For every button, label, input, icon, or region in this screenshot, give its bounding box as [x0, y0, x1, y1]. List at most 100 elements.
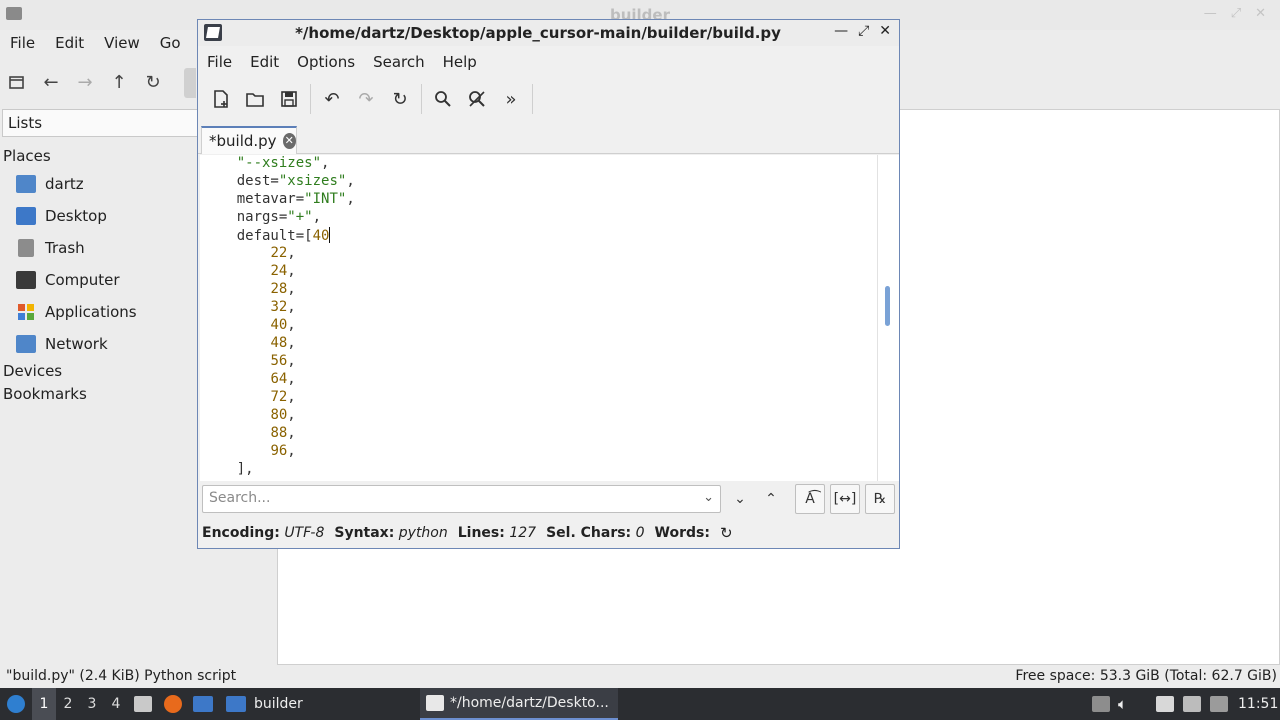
- up-arrow-icon[interactable]: ↑: [102, 65, 136, 99]
- code-line[interactable]: dest="xsizes",: [203, 173, 355, 191]
- more-chevron-icon[interactable]: »: [494, 82, 528, 116]
- search-placeholder: Search...: [209, 490, 271, 506]
- clipboard-icon[interactable]: [1156, 696, 1174, 712]
- reload-icon[interactable]: ↻: [383, 82, 417, 116]
- code-line[interactable]: 22,: [203, 245, 295, 263]
- close-icon[interactable]: ✕: [1255, 6, 1266, 21]
- code-number-token: 56: [270, 353, 288, 369]
- devices-heading[interactable]: Devices: [3, 362, 62, 380]
- menu-search[interactable]: Search: [364, 50, 434, 74]
- task-label: builder: [254, 696, 303, 712]
- clock[interactable]: 11:51: [1238, 688, 1278, 720]
- code-line[interactable]: metavar="INT",: [203, 191, 355, 209]
- code-number-token: 40: [312, 228, 330, 244]
- save-icon[interactable]: [272, 82, 306, 116]
- search-input[interactable]: Search... ⌄: [202, 485, 721, 513]
- code-line[interactable]: 96,: [203, 443, 296, 461]
- sidebar-item-dartz[interactable]: dartz: [16, 172, 84, 196]
- code-line[interactable]: 48,: [203, 335, 295, 353]
- bookmarks-heading[interactable]: Bookmarks: [3, 385, 87, 403]
- code-line[interactable]: 80,: [203, 407, 295, 425]
- task-editor[interactable]: */home/dartz/Deskto...: [420, 688, 618, 720]
- redo-icon[interactable]: ↷: [349, 82, 383, 116]
- toolbar-separator: [310, 84, 311, 114]
- minimize-icon[interactable]: —: [1204, 6, 1217, 21]
- minimize-icon[interactable]: —: [834, 23, 848, 39]
- menu-help[interactable]: Help: [434, 50, 486, 74]
- code-token: ,: [287, 443, 296, 459]
- sidebar-item-desktop[interactable]: Desktop: [16, 204, 107, 228]
- code-editor-text-area[interactable]: "--xsizes", dest="xsizes", metavar="INT"…: [200, 155, 878, 481]
- menu-go[interactable]: Go: [150, 30, 191, 56]
- open-folder-icon[interactable]: [238, 82, 272, 116]
- volume-icon[interactable]: 🔈︎: [1118, 688, 1140, 720]
- menu-file[interactable]: File: [198, 50, 241, 74]
- code-line[interactable]: ],: [203, 461, 254, 479]
- tab-close-icon[interactable]: ✕: [282, 133, 296, 149]
- maximize-icon[interactable]: ⤢: [1231, 6, 1241, 21]
- find-previous-chevron-up-icon[interactable]: ⌃: [757, 485, 785, 513]
- firefox-launcher-icon[interactable]: [164, 688, 186, 720]
- start-menu-icon[interactable]: [4, 688, 28, 720]
- battery-icon[interactable]: [1092, 696, 1110, 712]
- menu-edit[interactable]: Edit: [241, 50, 288, 74]
- menu-options[interactable]: Options: [288, 50, 364, 74]
- close-icon[interactable]: ✕: [879, 23, 891, 39]
- workspace-4[interactable]: 4: [104, 688, 128, 720]
- code-token: ,: [321, 155, 330, 171]
- menu-edit[interactable]: Edit: [45, 30, 94, 56]
- sidebar-item-computer[interactable]: Computer: [16, 268, 120, 292]
- forward-arrow-icon[interactable]: →: [68, 65, 102, 99]
- tab-build-py[interactable]: *build.py ✕: [201, 126, 297, 154]
- sidebar-item-trash[interactable]: Trash: [16, 236, 85, 260]
- search-history-chevron-icon[interactable]: ⌄: [703, 490, 714, 505]
- code-line[interactable]: 72,: [203, 389, 295, 407]
- task-builder[interactable]: builder: [222, 688, 412, 720]
- back-arrow-icon[interactable]: ←: [34, 65, 68, 99]
- path-bar[interactable]: [184, 68, 196, 98]
- home-folder-icon: [16, 175, 36, 193]
- reload-icon[interactable]: ↻: [136, 65, 170, 99]
- places-heading[interactable]: Places: [3, 147, 51, 165]
- workspace-2[interactable]: 2: [56, 688, 80, 720]
- menu-view[interactable]: View: [94, 30, 150, 56]
- sidebar-item-label: dartz: [45, 175, 84, 193]
- whole-word-icon[interactable]: [↔]: [830, 484, 860, 514]
- new-tab-icon[interactable]: [0, 65, 34, 99]
- code-number-token: 80: [270, 407, 288, 423]
- sidebar-item-applications[interactable]: Applications: [16, 300, 137, 324]
- code-line[interactable]: 24,: [203, 263, 295, 281]
- code-line[interactable]: 64,: [203, 371, 295, 389]
- code-line[interactable]: nargs="+",: [203, 209, 321, 227]
- find-next-chevron-down-icon[interactable]: ⌄: [726, 485, 754, 513]
- code-line[interactable]: 28,: [203, 281, 296, 299]
- workspace-1[interactable]: 1: [32, 688, 56, 720]
- menu-file[interactable]: File: [0, 30, 45, 56]
- code-line[interactable]: 40,: [203, 317, 296, 335]
- match-case-icon[interactable]: A͡: [795, 484, 825, 514]
- code-token: ,: [287, 281, 296, 297]
- code-line[interactable]: "--xsizes",: [203, 155, 330, 173]
- code-line[interactable]: default=[40: [203, 227, 331, 245]
- find-replace-icon[interactable]: [460, 82, 494, 116]
- scrollbar-thumb[interactable]: [885, 286, 890, 326]
- display-icon[interactable]: [1183, 696, 1201, 712]
- find-icon[interactable]: [426, 82, 460, 116]
- file-manager-launcher-icon[interactable]: [134, 688, 156, 720]
- sidebar-item-network[interactable]: Network: [16, 332, 108, 356]
- workspace-3[interactable]: 3: [80, 688, 104, 720]
- undo-icon[interactable]: ↶: [315, 82, 349, 116]
- refresh-word-count-icon[interactable]: ↻: [720, 524, 733, 542]
- side-pane-selector[interactable]: Lists: [2, 109, 198, 137]
- maximize-icon[interactable]: ⤢: [858, 23, 869, 39]
- desktop-launcher-icon[interactable]: [193, 688, 215, 720]
- new-file-icon[interactable]: [204, 82, 238, 116]
- code-line[interactable]: 56,: [203, 353, 295, 371]
- vertical-scrollbar[interactable]: [878, 155, 899, 481]
- code-token: ,: [287, 317, 296, 333]
- regex-icon[interactable]: ℞: [865, 484, 895, 514]
- network-tray-icon[interactable]: [1210, 696, 1228, 712]
- code-line[interactable]: 32,: [203, 299, 295, 317]
- code-line[interactable]: 88,: [203, 425, 295, 443]
